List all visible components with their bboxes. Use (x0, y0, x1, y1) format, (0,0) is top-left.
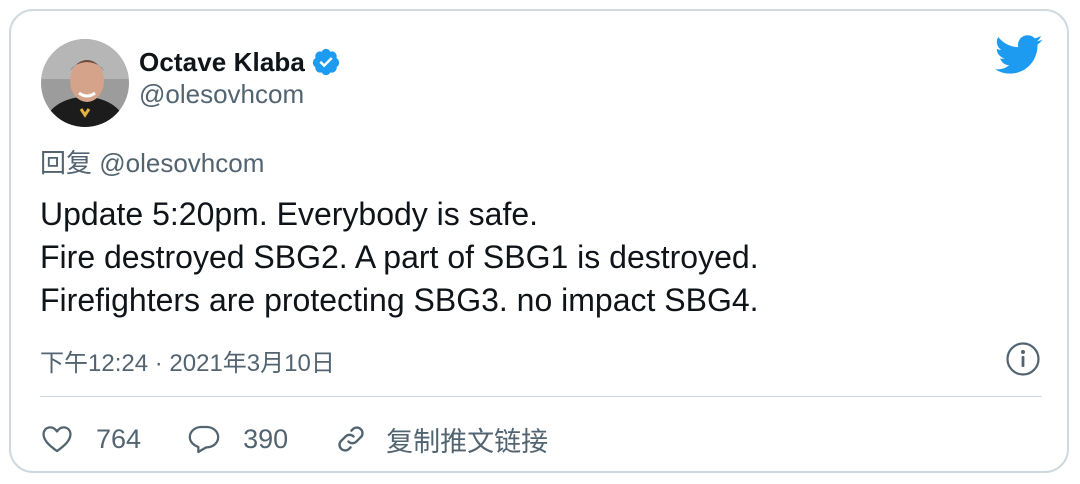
tweet-date: 2021年3月10日 (169, 350, 335, 377)
verified-badge-icon (311, 47, 341, 77)
reply-button[interactable]: 390 (187, 422, 288, 456)
like-count: 764 (96, 423, 142, 454)
reply-context: 回复 @olesovhcom (40, 143, 264, 180)
action-bar: 764 390 复制推文链接 (40, 417, 594, 461)
avatar-image (41, 39, 129, 127)
copy-link-button[interactable]: 复制推文链接 (334, 420, 548, 459)
tweet-card[interactable]: Octave Klaba @olesovhcom 回复 @olesovhcom … (9, 9, 1069, 473)
reply-handle-link[interactable]: @olesovhcom (99, 148, 264, 178)
tweet-text: Update 5:20pm. Everybody is safe. Fire d… (40, 193, 1040, 322)
speech-bubble-icon (188, 425, 220, 454)
author-row: Octave Klaba (139, 44, 341, 80)
info-icon[interactable] (1005, 341, 1041, 377)
divider (40, 396, 1042, 397)
like-button[interactable]: 764 (40, 422, 141, 456)
tweet-time: 下午12:24 (40, 350, 149, 377)
link-icon (338, 426, 364, 452)
copy-link-label: 复制推文链接 (386, 426, 549, 457)
avatar[interactable] (41, 39, 129, 127)
tweet-timestamp[interactable]: 下午12:24 · 2021年3月10日 (40, 343, 335, 378)
twitter-bird-icon[interactable] (995, 35, 1043, 75)
heart-icon (42, 426, 72, 453)
tweet-line: Fire destroyed SBG2. A part of SBG1 is d… (40, 239, 759, 275)
meta-separator: · (154, 350, 163, 377)
author-name[interactable]: Octave Klaba (139, 47, 305, 78)
tweet-line: Firefighters are protecting SBG3. no imp… (40, 282, 759, 318)
reply-prefix: 回复 (40, 148, 93, 178)
reply-count: 390 (243, 423, 289, 454)
author-handle[interactable]: @olesovhcom (139, 79, 304, 110)
tweet-line: Update 5:20pm. Everybody is safe. (40, 196, 539, 232)
